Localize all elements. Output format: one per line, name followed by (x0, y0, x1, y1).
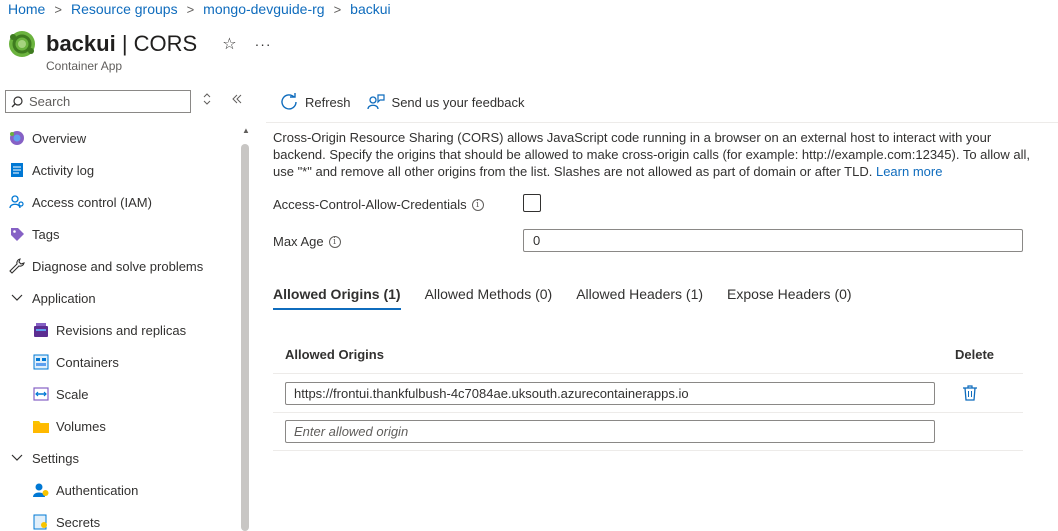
scroll-up-icon[interactable]: ▲ (242, 126, 250, 135)
breadcrumb-resource-group[interactable]: mongo-devguide-rg (203, 1, 324, 17)
sidebar-item-label: Authentication (56, 482, 139, 498)
favorite-star-icon[interactable]: ☆ (222, 34, 236, 54)
page-name: CORS (133, 31, 198, 56)
chevron-down-icon (8, 451, 26, 465)
search-input[interactable]: Search (5, 90, 191, 113)
sort-icon[interactable] (202, 93, 212, 108)
sidebar-item-label: Containers (56, 354, 119, 370)
credentials-checkbox[interactable] (523, 194, 541, 212)
cors-description: Cross-Origin Resource Sharing (CORS) all… (273, 129, 1033, 180)
sidebar-item-label: Access control (IAM) (32, 194, 152, 210)
sidebar-item-label: Overview (32, 130, 87, 146)
tag-icon (8, 225, 26, 243)
activity-log-icon (8, 161, 26, 179)
resource-name: backui (46, 31, 116, 56)
chevron-down-icon (8, 291, 26, 305)
access-control-icon (8, 193, 26, 211)
tab-allowed-origins[interactable]: Allowed Origins (1) (273, 286, 401, 310)
refresh-button[interactable]: Refresh (280, 93, 351, 111)
page-title: backui | CORS (46, 31, 197, 57)
authentication-icon (32, 481, 50, 499)
info-icon[interactable]: i (328, 235, 341, 248)
max-age-input[interactable]: 0 (523, 229, 1023, 252)
tab-allowed-headers[interactable]: Allowed Headers (1) (576, 286, 703, 310)
refresh-icon (281, 93, 297, 110)
max-age-label-text: Max Age (273, 234, 324, 249)
sidebar-item-revisions[interactable]: Revisions and replicas (0, 314, 240, 346)
breadcrumb-home[interactable]: Home (8, 1, 45, 17)
revisions-icon (32, 321, 50, 339)
sidebar-item-scale[interactable]: Scale (0, 378, 240, 410)
secrets-icon (32, 513, 50, 531)
title-separator: | (115, 31, 134, 56)
sidebar-item-tags[interactable]: Tags (0, 218, 240, 250)
containers-icon (32, 353, 50, 371)
sidebar-item-volumes[interactable]: Volumes (0, 410, 240, 442)
scale-icon (32, 385, 50, 403)
breadcrumb: Home > Resource groups > mongo-devguide-… (8, 1, 391, 17)
table-row: Enter allowed origin (273, 413, 1023, 451)
more-options-icon[interactable]: ··· (255, 36, 272, 52)
collapse-sidebar-icon[interactable] (231, 93, 243, 108)
table-row: https://frontui.thankfulbush-4c7084ae.uk… (273, 375, 1023, 413)
tab-expose-headers[interactable]: Expose Headers (0) (727, 286, 852, 310)
breadcrumb-separator: > (333, 1, 342, 17)
new-origin-input[interactable]: Enter allowed origin (285, 420, 935, 443)
sidebar-item-authentication[interactable]: Authentication (0, 474, 240, 506)
cors-tabs: Allowed Origins (1) Allowed Methods (0) … (273, 286, 876, 310)
origins-grid-header: Allowed Origins Delete (273, 336, 1023, 374)
sidebar-item-label: Scale (56, 386, 89, 402)
origin-input[interactable]: https://frontui.thankfulbush-4c7084ae.uk… (285, 382, 935, 405)
sidebar-item-label: Revisions and replicas (56, 322, 187, 338)
sidebar-item-overview[interactable]: Overview (0, 122, 240, 154)
sidebar-item-activity-log[interactable]: Activity log (0, 154, 240, 186)
sidebar-item-access-control[interactable]: Access control (IAM) (0, 186, 240, 218)
toolbar-divider (266, 122, 1058, 123)
sidebar-group-label: Settings (32, 450, 79, 466)
credentials-label: Access-Control-Allow-Credentials i (273, 197, 484, 212)
sidebar-item-label: Diagnose and solve problems (32, 258, 204, 274)
breadcrumb-separator: > (54, 1, 62, 17)
feedback-icon (366, 94, 385, 110)
delete-icon[interactable] (963, 385, 977, 404)
sidebar-nav: Overview Activity log Access control (IA… (0, 122, 240, 531)
overview-icon (8, 129, 26, 147)
feedback-label: Send us your feedback (391, 94, 525, 110)
breadcrumb-separator: > (186, 1, 195, 17)
sidebar-item-secrets[interactable]: Secrets (0, 506, 240, 531)
tab-allowed-methods[interactable]: Allowed Methods (0) (425, 286, 553, 310)
sidebar-group-settings[interactable]: Settings (0, 442, 240, 474)
sidebar-item-label: Tags (32, 226, 60, 242)
max-age-label: Max Age i (273, 234, 341, 249)
info-icon[interactable]: i (471, 198, 484, 211)
sidebar-item-label: Volumes (56, 418, 106, 434)
sidebar-item-diagnose[interactable]: Diagnose and solve problems (0, 250, 240, 282)
search-placeholder: Search (29, 94, 71, 109)
wrench-icon (8, 257, 26, 275)
sidebar-item-label: Activity log (32, 162, 95, 178)
breadcrumb-resource-groups[interactable]: Resource groups (71, 1, 178, 17)
container-app-icon (9, 31, 35, 57)
learn-more-link[interactable]: Learn more (876, 164, 942, 179)
sidebar-group-application[interactable]: Application (0, 282, 240, 314)
sidebar-scrollbar[interactable]: ▲ (240, 122, 251, 531)
sidebar-group-label: Application (32, 290, 96, 306)
resource-type: Container App (46, 59, 123, 73)
column-header-delete: Delete (955, 347, 995, 362)
sidebar-item-label: Secrets (56, 514, 101, 530)
scrollbar-thumb[interactable] (241, 144, 249, 531)
refresh-label: Refresh (305, 94, 351, 110)
search-icon (11, 95, 23, 107)
sidebar-item-containers[interactable]: Containers (0, 346, 240, 378)
column-header-origins: Allowed Origins (285, 347, 384, 362)
breadcrumb-backui[interactable]: backui (350, 1, 390, 17)
page-header: backui | CORS ☆ ··· (7, 29, 272, 59)
folder-icon (32, 417, 50, 435)
credentials-label-text: Access-Control-Allow-Credentials (273, 197, 467, 212)
feedback-button[interactable]: Send us your feedback (366, 93, 525, 111)
command-bar: Refresh Send us your feedback (280, 93, 541, 111)
